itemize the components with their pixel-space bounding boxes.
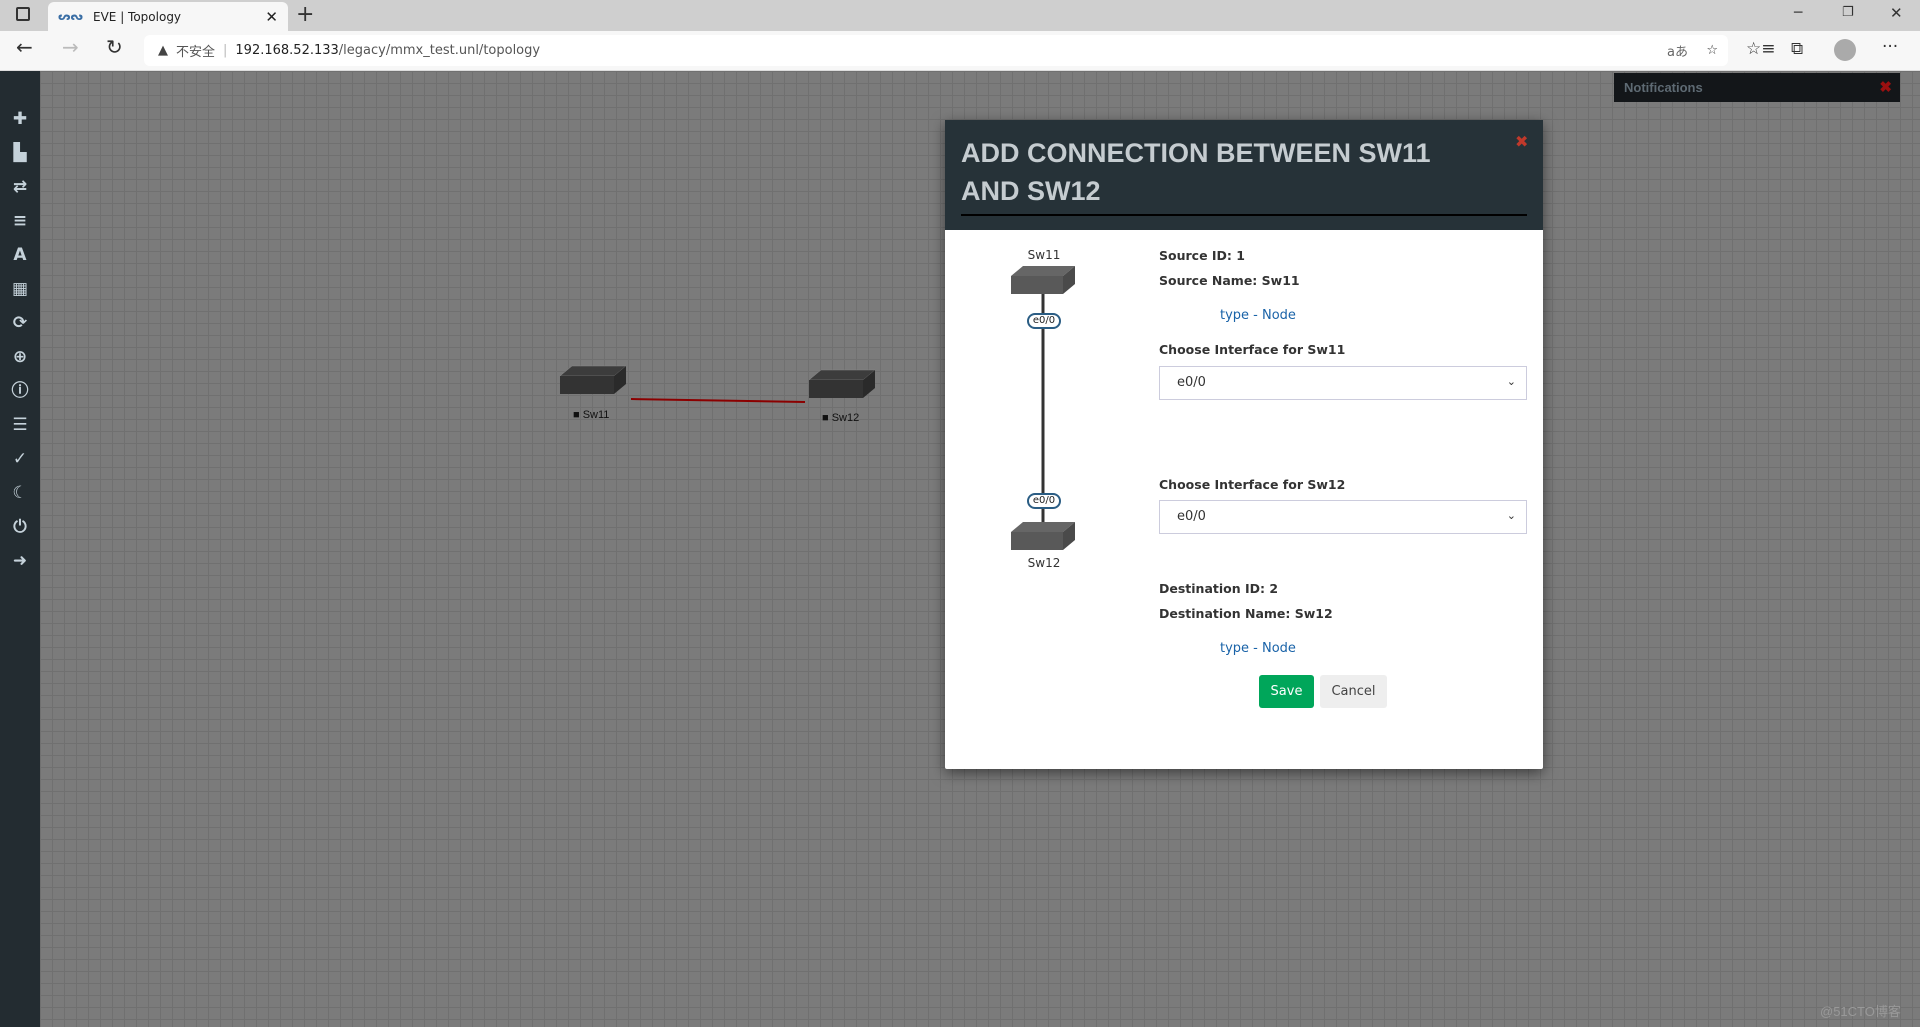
node-sw12-label[interactable]: ■ Sw12 [822,412,859,424]
address-bar: ← → ↻ ▲ 不安全 | 192.168.52.133/legacy/mmx_… [0,31,1920,71]
tab-title: EVE | Topology [93,9,182,24]
reload-icon[interactable]: ↻ [106,35,123,59]
source-type: type - Node [1220,308,1296,323]
modal-header: ADD CONNECTION BETWEEN SW11 AND SW12 ✖ [945,120,1543,230]
watermark: @51CTO博客 [1820,1004,1901,1019]
list-icon[interactable]: ☰ [8,413,32,437]
source-node-label: Sw11 [1027,248,1061,262]
warning-icon: ▲ [158,43,168,58]
node-sw12-icon[interactable] [808,369,876,398]
hdd-icon[interactable]: ▙ [8,141,32,165]
eve-logo-icon: ᔕᔓ [58,10,83,23]
source-port-badge: e0/0 [1027,313,1061,329]
dest-port-badge: e0/0 [1027,493,1061,509]
collections-icon[interactable]: ⧉ [1791,39,1803,59]
topology-graph [559,365,876,403]
browser-tab[interactable]: ᔕᔓ EVE | Topology ✕ [48,2,288,31]
close-tab-icon[interactable]: ✕ [265,8,278,26]
sign-out-icon[interactable]: ➜ [8,549,32,573]
dest-name: Destination Name: Sw12 [1159,606,1333,621]
source-switch-icon [1011,266,1075,294]
power-icon[interactable]: ⏻ [8,515,32,539]
moon-icon[interactable]: ☾ [8,481,32,505]
more-icon[interactable]: ··· [1882,37,1898,57]
node-sw11-icon[interactable] [559,365,627,394]
new-tab-button[interactable]: + [296,2,314,27]
chevron-down-icon: ⌄ [1506,375,1516,388]
dest-interface-select[interactable]: e0/0 ⌄ [1159,500,1527,534]
th-icon[interactable]: ▦ [8,277,32,301]
connection-diagram [1011,266,1075,550]
refresh-icon[interactable]: ⟳ [8,311,32,335]
save-button[interactable]: Save [1259,675,1314,708]
favorites-icon[interactable]: ☆≡ [1746,39,1775,59]
exchange-icon[interactable]: ⇄ [8,175,32,199]
modal-title: ADD CONNECTION BETWEEN SW11 AND SW12 [961,138,1431,206]
close-notifications-icon[interactable]: ✖ [1879,78,1892,96]
close-window-button[interactable]: ✕ [1890,4,1903,22]
node-sw11-label[interactable]: ■ Sw11 [573,409,609,421]
info-icon[interactable]: ⓘ [8,379,32,403]
profile-avatar[interactable] [1834,39,1856,61]
zoom-in-icon[interactable]: ⊕ [8,345,32,369]
add-favorite-icon[interactable]: ☆ [1706,43,1718,58]
restore-button[interactable]: ❐ [1842,5,1854,20]
source-name: Source Name: Sw11 [1159,273,1300,288]
source-id: Source ID: 1 [1159,248,1245,263]
chevron-down-icon: ⌄ [1506,509,1516,522]
forward-icon[interactable]: → [62,35,79,59]
dest-switch-icon [1011,522,1075,550]
notifications-title: Notifications [1624,80,1703,95]
link-sw11-sw12[interactable] [630,398,806,403]
cancel-button[interactable]: Cancel [1320,675,1387,708]
close-modal-icon[interactable]: ✖ [1515,132,1528,151]
plus-icon[interactable]: ✚ [8,107,32,131]
minimize-button[interactable]: ─ [1794,5,1802,21]
notifications-panel: Notifications ✖ [1614,73,1900,102]
divider [961,214,1527,216]
url-host: 192.168.52.133 [235,43,339,58]
check-circle-icon[interactable]: ✓ [8,447,32,471]
url-input[interactable]: ▲ 不安全 | 192.168.52.133/legacy/mmx_test.u… [144,35,1728,66]
choose-source-interface-label: Choose Interface for Sw11 [1159,342,1346,357]
source-interface-select[interactable]: e0/0 ⌄ [1159,366,1527,400]
url-path: /legacy/mmx_test.unl/topology [338,43,541,58]
dest-type: type - Node [1220,641,1296,656]
dest-id: Destination ID: 2 [1159,581,1279,596]
security-warning[interactable]: 不安全 [176,41,215,60]
font-icon[interactable]: A [8,243,32,267]
tab-bar: ᔕᔓ EVE | Topology ✕ + ─ ❐ ✕ [0,0,1920,31]
add-connection-modal: ADD CONNECTION BETWEEN SW11 AND SW12 ✖ S… [945,120,1543,769]
back-icon[interactable]: ← [16,35,33,59]
choose-dest-interface-label: Choose Interface for Sw12 [1159,477,1346,492]
dest-node-label: Sw12 [1027,556,1061,570]
read-aloud-icon[interactable]: aあ [1667,41,1688,60]
align-left-icon[interactable]: ≡ [8,209,32,233]
sidebar: ✚ ▙ ⇄ ≡ A ▦ ⟳ ⊕ ⓘ ☰ ✓ ☾ ⏻ ➜ [0,71,40,1027]
tab-actions-icon[interactable] [16,7,30,21]
